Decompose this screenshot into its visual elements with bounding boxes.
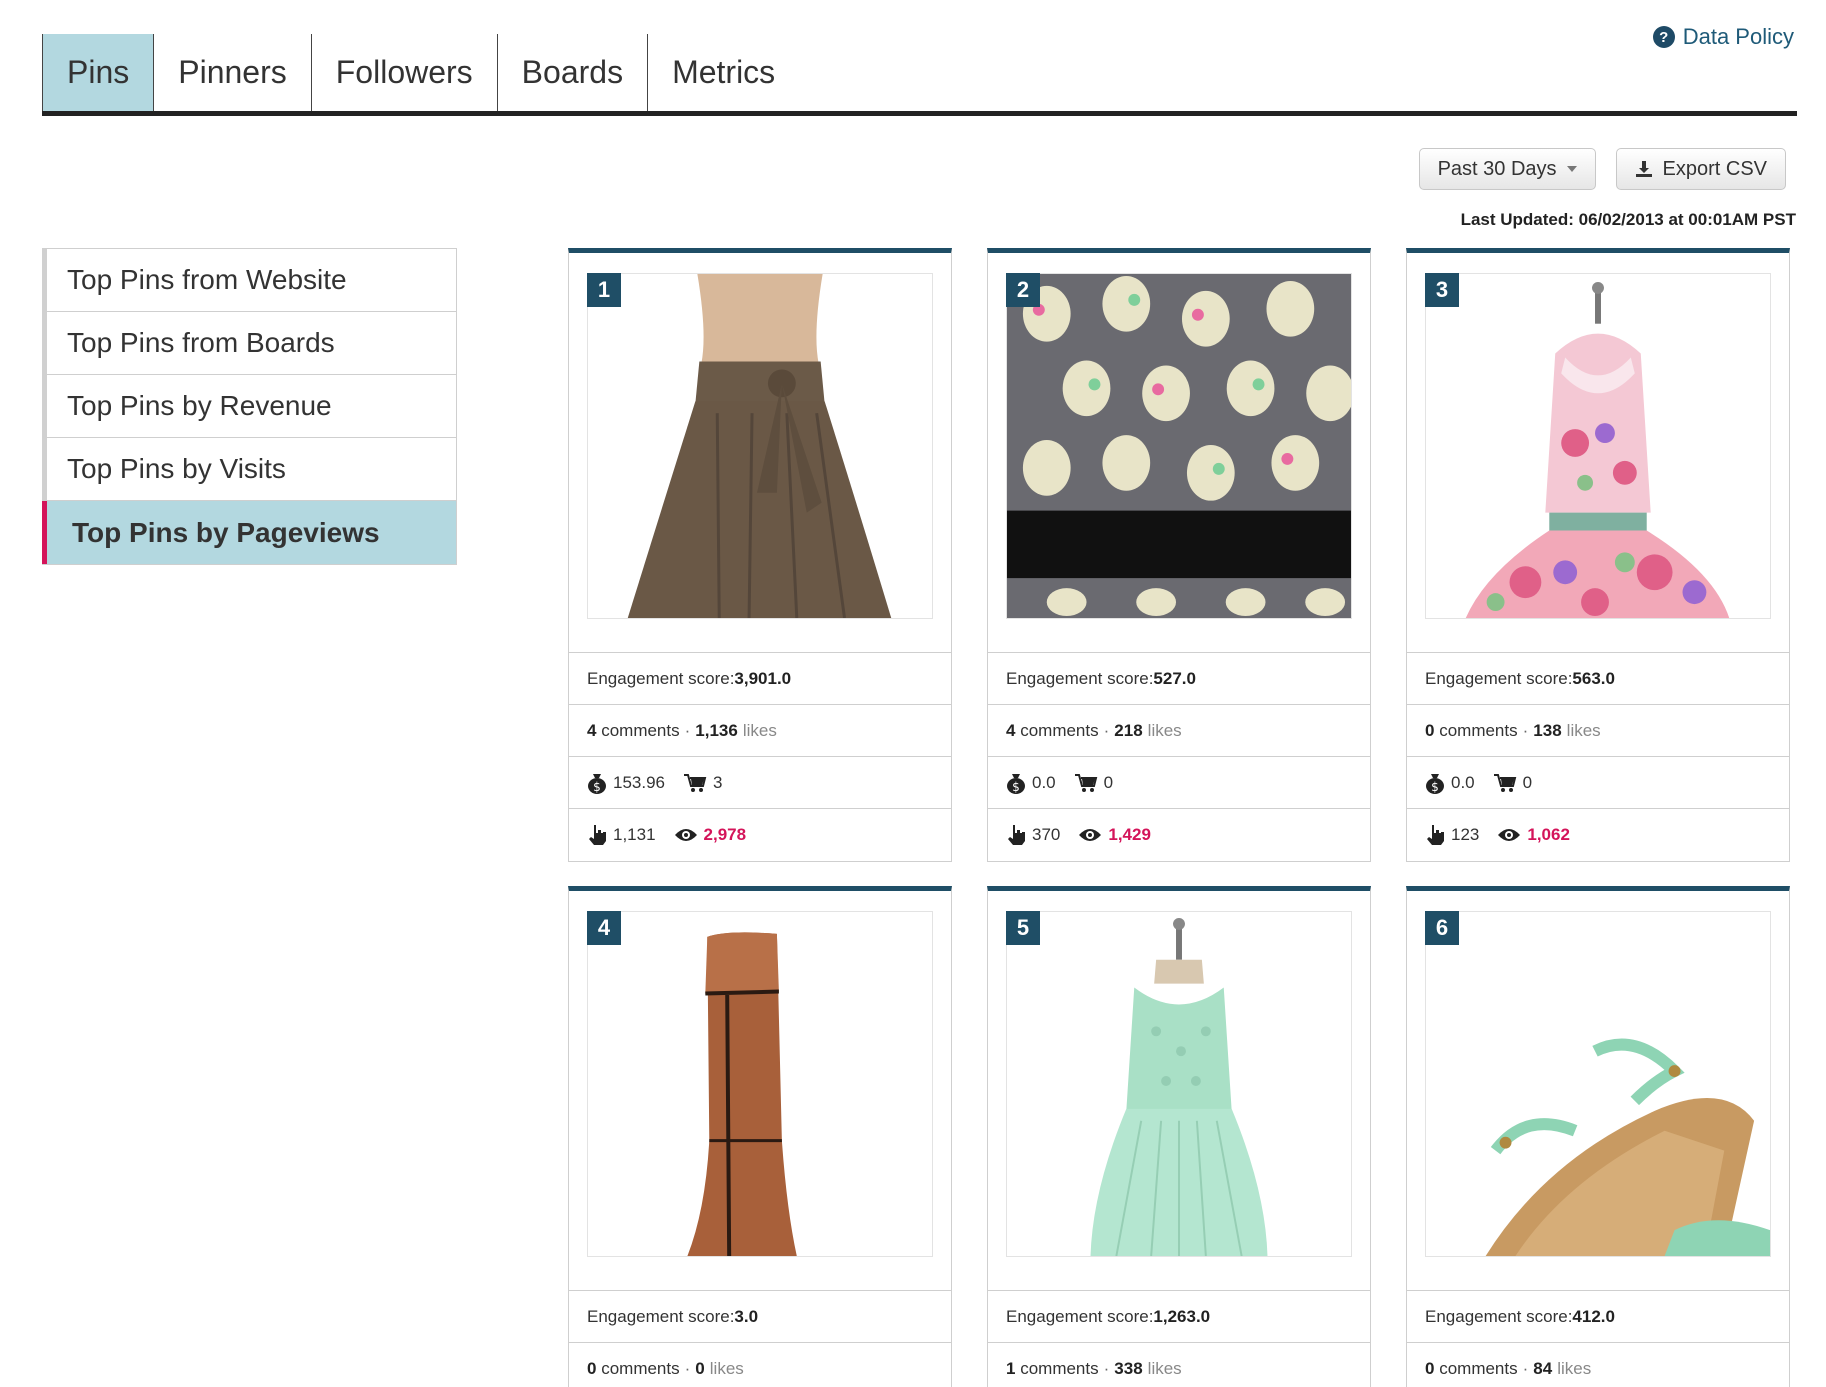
sidebar-item-top-pins-website[interactable]: Top Pins from Website <box>47 249 456 312</box>
pin-card: 1 Engagement score: 3,901.0 4 comments ·… <box>568 248 952 862</box>
pin-image-sugar-skull-fabric[interactable] <box>1006 273 1352 619</box>
pin-card: 4 Engagement score: 3.0 0 comments · 0 li… <box>568 886 952 1387</box>
social-row: 0 comments · 138 likes <box>1407 705 1789 757</box>
toolbar: Past 30 Days Export CSV <box>1418 148 1786 190</box>
pin-image-brown-boot[interactable] <box>587 911 933 1257</box>
pin-card: 6 Engagement score: 412.0 0 comments · 8… <box>1406 886 1790 1387</box>
cart-icon <box>683 773 707 793</box>
rank-badge: 1 <box>587 273 621 307</box>
sidebar: Top Pins from Website Top Pins from Boar… <box>42 248 457 565</box>
sidebar-item-top-pins-visits[interactable]: Top Pins by Visits <box>47 438 456 501</box>
rank-badge: 3 <box>1425 273 1459 307</box>
last-updated: Last Updated: 06/02/2013 at 00:01AM PST <box>1460 210 1796 229</box>
traffic-row: 123 1,062 <box>1407 809 1789 861</box>
cart-icon <box>1493 773 1517 793</box>
tab-pinners[interactable]: Pinners <box>154 34 312 111</box>
revenue-value: 153.96 <box>613 772 665 792</box>
pageviews-value: 1,429 <box>1108 825 1151 844</box>
visits-value: 370 <box>1032 825 1061 844</box>
pin-image-mint-dress[interactable] <box>1006 911 1352 1257</box>
money-bag-icon: $ <box>587 772 607 794</box>
engagement-row: Engagement score: 1,263.0 <box>988 1291 1370 1343</box>
hand-pointer-icon <box>1006 824 1026 846</box>
social-row: 1 comments · 338 likes <box>1006 1359 1182 1378</box>
money-bag-icon: $ <box>1006 772 1026 794</box>
tab-pins[interactable]: Pins <box>42 34 155 111</box>
engagement-row: Engagement score: 3,901.0 <box>569 653 951 705</box>
eye-icon <box>1078 827 1102 843</box>
tab-bar: Pins Pinners Followers Boards Metrics <box>42 34 1797 116</box>
revenue-value: 0.0 <box>1032 772 1056 792</box>
orders-value: 0 <box>1522 772 1533 792</box>
revenue-row: $153.96 3 <box>569 757 951 809</box>
revenue-value: 0.0 <box>1451 772 1475 792</box>
pin-grid: 1 Engagement score: 3,901.0 4 comments ·… <box>568 248 1790 1387</box>
question-circle-icon: ? <box>1652 26 1675 48</box>
pin-image-floral-dress[interactable] <box>1425 273 1771 619</box>
visits-value: 1,131 <box>613 825 656 844</box>
caret-down-icon <box>1566 166 1577 172</box>
traffic-row: 1,131 2,978 <box>569 809 951 861</box>
hand-pointer-icon <box>1425 824 1445 846</box>
cart-icon <box>1074 773 1098 793</box>
social-row: 0 comments · 0 likes <box>587 1359 744 1378</box>
engagement-row: Engagement score: 563.0 <box>1407 653 1789 705</box>
rank-badge: 6 <box>1425 911 1459 945</box>
rank-badge: 5 <box>1006 911 1040 945</box>
date-range-dropdown[interactable]: Past 30 Days <box>1418 148 1596 190</box>
pin-image-mint-sandal[interactable] <box>1425 911 1771 1257</box>
eye-icon <box>1497 827 1521 843</box>
engagement-row: Engagement score: 3.0 <box>569 1291 951 1343</box>
tab-followers[interactable]: Followers <box>312 34 498 111</box>
hand-pointer-icon <box>587 824 607 846</box>
social-row: 4 comments · 1,136 likes <box>569 705 951 757</box>
pin-card: 5 Engagement score: 1,263.0 1 comments ·… <box>987 886 1371 1387</box>
rank-badge: 2 <box>1006 273 1040 307</box>
data-policy-link[interactable]: ? Data Policy <box>1652 24 1794 50</box>
sidebar-item-top-pins-boards[interactable]: Top Pins from Boards <box>47 312 456 375</box>
pin-card: 3 Engagement score: 563.0 0 comments · 1… <box>1406 248 1790 862</box>
social-row: 4 comments · 218 likes <box>988 705 1370 757</box>
revenue-row: $0.0 0 <box>988 757 1370 809</box>
export-csv-label: Export CSV <box>1662 157 1767 180</box>
sidebar-item-top-pins-pageviews[interactable]: Top Pins by Pageviews <box>42 501 456 564</box>
revenue-row: $0.0 0 <box>1407 757 1789 809</box>
money-bag-icon: $ <box>1425 772 1445 794</box>
export-csv-button[interactable]: Export CSV <box>1615 148 1786 190</box>
pageviews-value: 2,978 <box>703 825 747 844</box>
data-policy-label: Data Policy <box>1682 24 1794 49</box>
orders-value: 3 <box>713 772 723 792</box>
visits-value: 123 <box>1451 825 1480 844</box>
social-row: 0 comments · 84 likes <box>1425 1359 1592 1378</box>
rank-badge: 4 <box>587 911 621 945</box>
eye-icon <box>674 827 698 843</box>
orders-value: 0 <box>1103 772 1114 792</box>
tab-metrics[interactable]: Metrics <box>648 34 799 111</box>
tab-boards[interactable]: Boards <box>498 34 649 111</box>
engagement-row: Engagement score: 527.0 <box>988 653 1370 705</box>
svg-text:$: $ <box>593 780 601 794</box>
date-range-label: Past 30 Days <box>1437 157 1557 180</box>
sidebar-item-top-pins-revenue[interactable]: Top Pins by Revenue <box>47 375 456 438</box>
pin-image-brown-skirt[interactable] <box>587 273 933 619</box>
engagement-row: Engagement score: 412.0 <box>1407 1291 1789 1343</box>
download-icon <box>1635 160 1653 178</box>
pageviews-value: 1,062 <box>1527 825 1570 844</box>
pin-card: 2 Engagement score: 527.0 4 comments · 2… <box>987 248 1371 862</box>
svg-text:$: $ <box>1012 780 1020 794</box>
traffic-row: 370 1,429 <box>988 809 1370 861</box>
svg-text:$: $ <box>1431 780 1439 794</box>
